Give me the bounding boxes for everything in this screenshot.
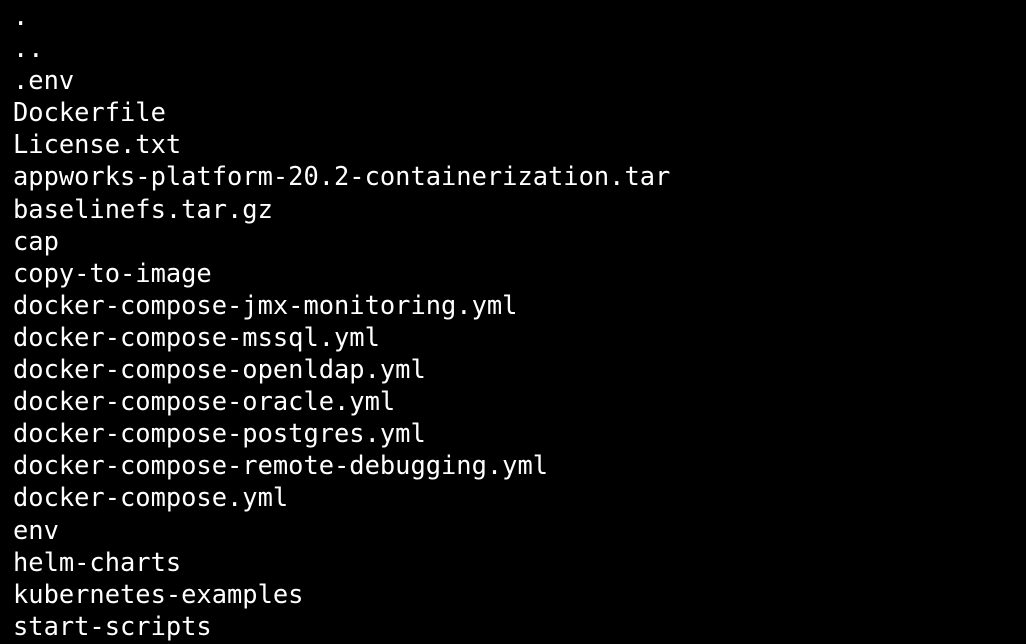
listing-entry-cap: cap xyxy=(13,225,59,256)
listing-entry-containerization-tar: appworks-platform-20.2-containerization.… xyxy=(13,161,671,192)
listing-entry-compose-remote-debugging: docker-compose-remote-debugging.yml xyxy=(13,450,549,481)
listing-entry-dockerfile: Dockerfile xyxy=(13,97,166,128)
listing-entry-start-scripts: start-scripts xyxy=(13,610,212,641)
listing-entry-compose: docker-compose.yml xyxy=(13,482,289,513)
terminal-window[interactable]: . .. .env Dockerfile License.txt appwork… xyxy=(0,0,1026,644)
listing-entry-kubernetes-examples: kubernetes-examples xyxy=(13,578,304,609)
listing-entry-helm-charts: helm-charts xyxy=(13,546,182,577)
listing-entry-license: License.txt xyxy=(13,129,182,160)
listing-entry-compose-jmx: docker-compose-jmx-monitoring.yml xyxy=(13,289,518,320)
listing-entry-compose-oracle: docker-compose-oracle.yml xyxy=(13,386,396,417)
listing-entry-compose-openldap: docker-compose-openldap.yml xyxy=(13,354,426,385)
listing-entry-baselinefs: baselinefs.tar.gz xyxy=(13,193,273,224)
listing-entry-compose-postgres: docker-compose-postgres.yml xyxy=(13,418,426,449)
listing-entry-copy-to-image: copy-to-image xyxy=(13,257,212,288)
listing-entry-current-dir: . xyxy=(13,1,29,31)
listing-entry-compose-mssql: docker-compose-mssql.yml xyxy=(13,321,380,352)
directory-listing: . .. .env Dockerfile License.txt appwork… xyxy=(13,0,670,642)
listing-entry-parent-dir: .. xyxy=(13,33,44,64)
listing-entry-env: env xyxy=(13,514,59,545)
listing-entry-dotenv: .env xyxy=(13,65,75,96)
